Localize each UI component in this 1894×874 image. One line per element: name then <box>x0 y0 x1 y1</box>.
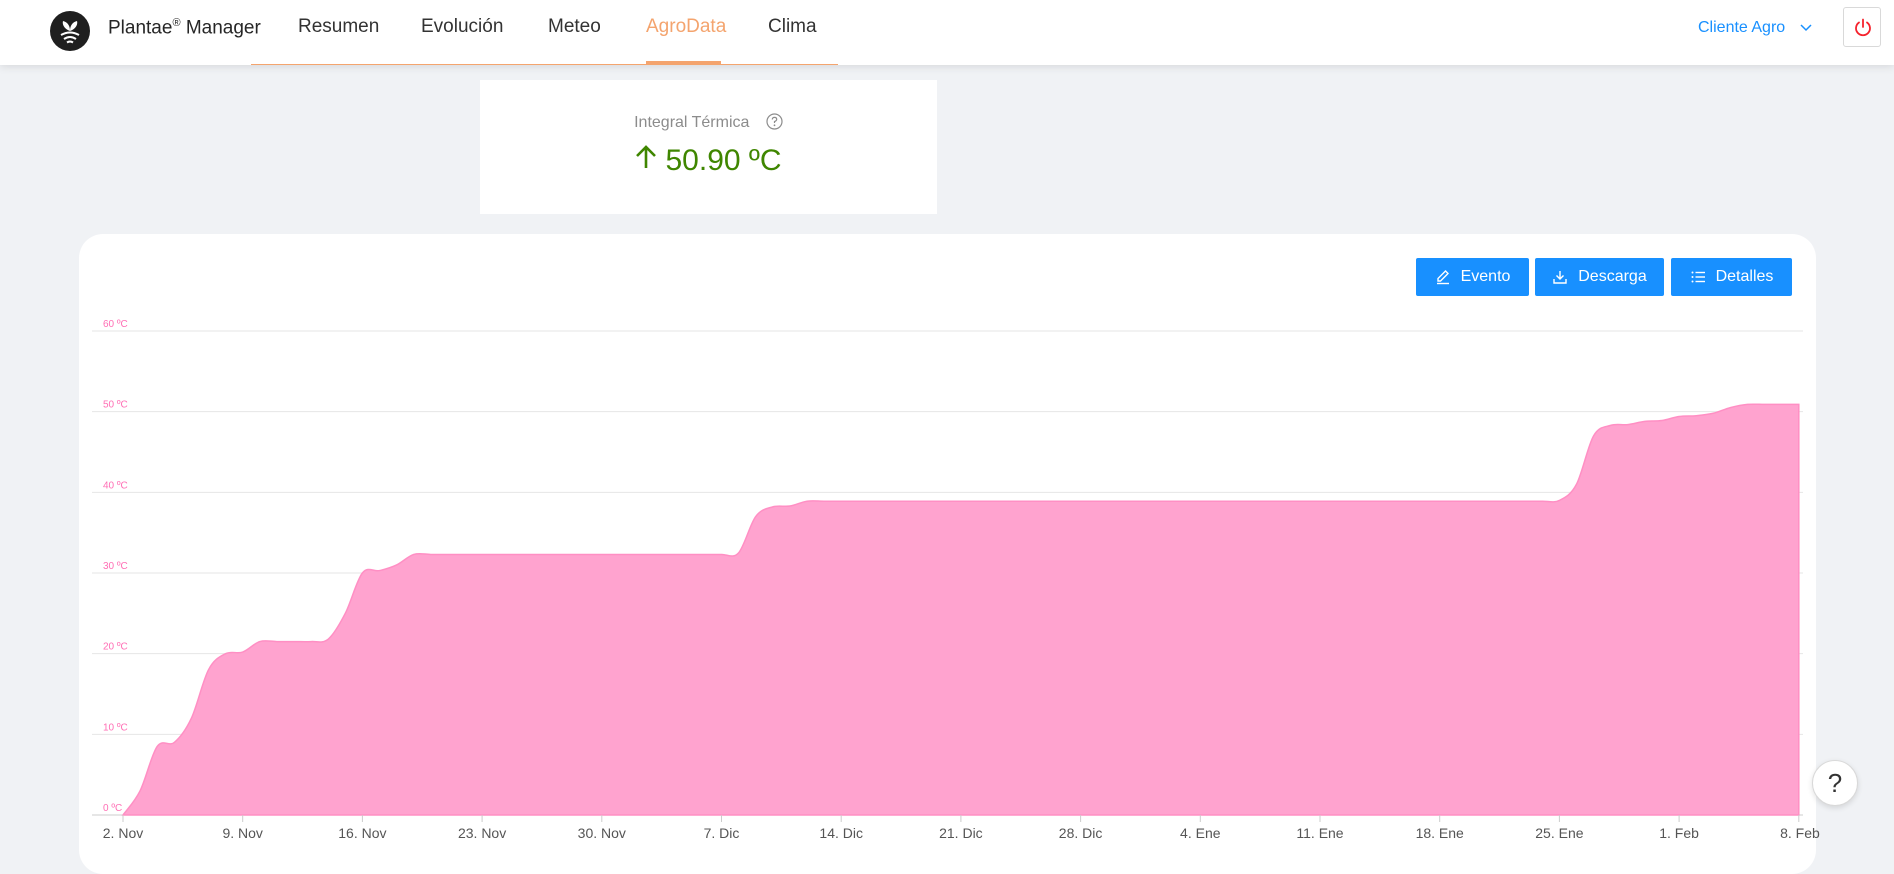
x-tick-label: 2. Nov <box>103 825 143 841</box>
y-tick-label: 10 ºC <box>103 722 128 733</box>
x-tick-label: 23. Nov <box>458 825 506 841</box>
x-tick-label: 28. Dic <box>1059 825 1103 841</box>
x-tick-label: 1. Feb <box>1659 825 1699 841</box>
x-tick-label: 30. Nov <box>578 825 626 841</box>
x-tick-label: 21. Dic <box>939 825 983 841</box>
help-button[interactable]: ? <box>1812 760 1858 806</box>
x-tick-label: 14. Dic <box>819 825 863 841</box>
y-tick-label: 50 ºC <box>103 400 128 411</box>
chart-y-axis: 0 ºC 10 ºC 20 ºC 30 ºC 40 ºC 50 ºC 60 ºC <box>103 319 128 814</box>
x-tick-label: 8. Feb <box>1780 825 1820 841</box>
y-tick-label: 0 ºC <box>103 803 122 814</box>
y-tick-label: 40 ºC <box>103 480 128 491</box>
x-tick-label: 7. Dic <box>704 825 740 841</box>
y-tick-label: 20 ºC <box>103 642 128 653</box>
x-tick-label: 4. Ene <box>1180 825 1221 841</box>
x-tick-label: 25. Ene <box>1535 825 1583 841</box>
x-tick-label: 16. Nov <box>338 825 386 841</box>
y-tick-label: 30 ºC <box>103 561 128 572</box>
y-tick-label: 60 ºC <box>103 319 128 330</box>
x-tick-label: 11. Ene <box>1296 825 1343 841</box>
chart-x-axis: 2. Nov 9. Nov 16. Nov 23. Nov 30. Nov 7. Dic 1… <box>103 815 1820 841</box>
x-tick-label: 9. Nov <box>222 825 262 841</box>
chart-area-series <box>121 403 1800 816</box>
x-tick-label: 18. Ene <box>1416 825 1464 841</box>
thermal-integral-chart: 0 ºC 10 ºC 20 ºC 30 ºC 40 ºC 50 ºC 60 ºC 2. No… <box>92 319 1820 841</box>
